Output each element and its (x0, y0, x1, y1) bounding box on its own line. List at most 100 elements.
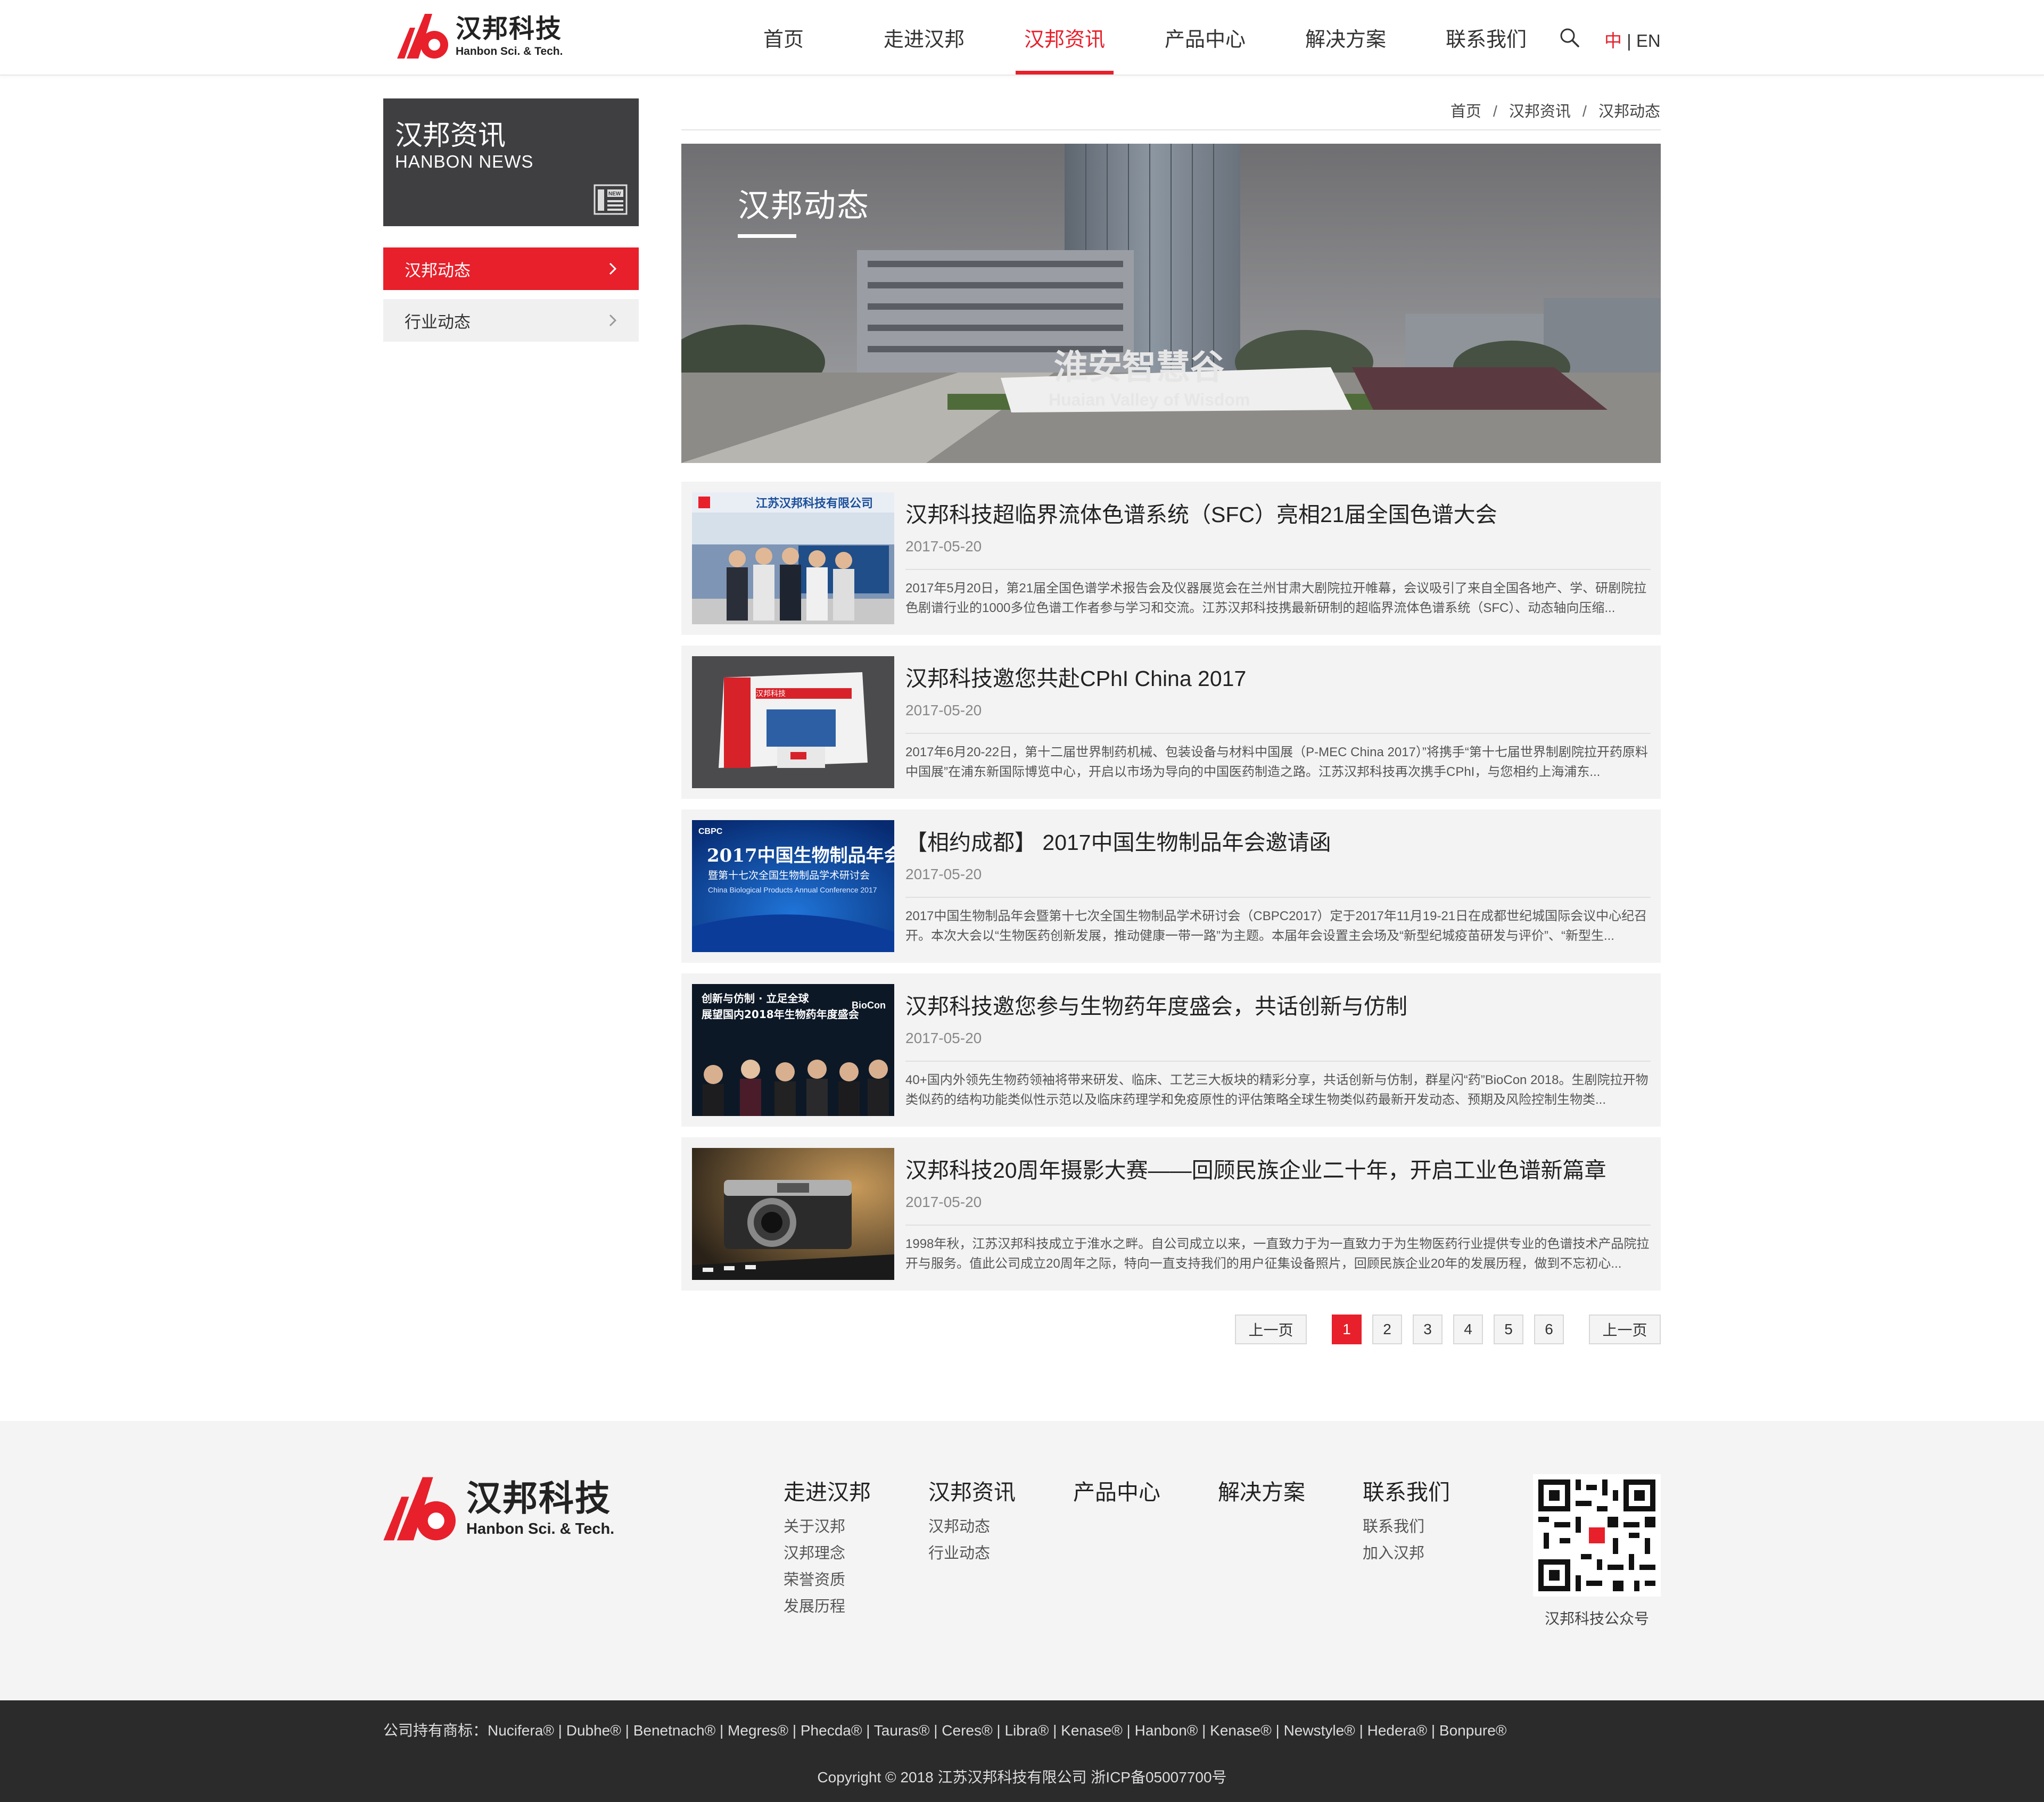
footer-col-products-title[interactable]: 产品中心 (1073, 1474, 1160, 1506)
pagination-next-button[interactable]: 上一页 (1589, 1315, 1661, 1344)
nav-solutions[interactable]: 解决方案 (1300, 0, 1391, 75)
news-summary: 2017年5月20日，第21届全国色谱学术报告会及仪器展览会在兰州甘肃大剧院拉开… (905, 581, 1647, 615)
footer-link[interactable]: 发展历程 (784, 1594, 845, 1616)
breadcrumb-current: 汉邦动态 (1598, 103, 1660, 120)
pagination-next-label: 上一页 (1602, 1322, 1647, 1338)
trademark-list: 公司持有商标：Nucifera® | Dubhe® | Benetnach® |… (383, 1722, 1507, 1739)
pagination-page[interactable]: 6 (1534, 1315, 1564, 1344)
news-divider (905, 1061, 1651, 1062)
news-divider (905, 733, 1651, 734)
logo-cn: 汉邦科技 (456, 13, 563, 44)
pagination-page-label: 1 (1342, 1321, 1351, 1337)
footer-logo-en: Hanbon Sci. & Tech. (466, 1520, 615, 1538)
sidebar-subtitle: HANBON NEWS (395, 152, 534, 171)
news-date: 2017-05-20 (905, 1030, 982, 1046)
news-date: 2017-05-20 (905, 538, 982, 555)
pagination-page-label: 6 (1545, 1321, 1553, 1337)
search-icon[interactable] (1559, 27, 1580, 48)
sidebar-item-label: 汉邦动态 (405, 261, 471, 280)
thumb-line1: 创新与仿制 · 立足全球 (701, 992, 810, 1005)
nav-news[interactable]: 汉邦资讯 (1016, 0, 1114, 75)
news-thumbnail (692, 1148, 894, 1280)
news-title[interactable]: 汉邦科技邀您参与生物药年度盛会，共话创新与仿制 (905, 988, 1407, 1020)
footer-link[interactable]: 汉邦理念 (784, 1541, 845, 1563)
news-divider (905, 897, 1651, 898)
news-date: 2017-05-20 (905, 1194, 982, 1210)
language-switch: 中 | EN (1604, 27, 1661, 52)
thumb-title: 2017中国生物制品年会 (707, 845, 894, 866)
logo-mark-icon (383, 1477, 456, 1541)
nav-solutions-label: 解决方案 (1305, 28, 1386, 51)
breadcrumb: 首页 / 汉邦资讯 / 汉邦动态 (1450, 99, 1660, 121)
footer-logo[interactable]: 汉邦科技 Hanbon Sci. & Tech. (383, 1474, 614, 1543)
news-item[interactable]: 汉邦科技20周年摄影大赛——回顾民族企业二十年，开启工业色谱新篇章 2017-0… (681, 1137, 1661, 1291)
qr-code (1533, 1474, 1661, 1597)
news-item[interactable]: 江苏汉邦科技有限公司 汉邦科技超临界流体色谱系统（SFC）亮相21届全国色谱大会… (681, 482, 1661, 635)
nav-products-label: 产品中心 (1164, 28, 1246, 51)
news-item[interactable]: 创新与仿制 · 立足全球 展望国内2018年生物药年度盛会 BioCon 汉邦科… (681, 973, 1661, 1127)
nav-products[interactable]: 产品中心 (1159, 0, 1251, 75)
sidebar-item-industry-news[interactable]: 行业动态 (383, 299, 639, 342)
pagination-page[interactable]: 2 (1372, 1315, 1402, 1344)
news-title[interactable]: 汉邦科技邀您共赴CPhI China 2017 (905, 660, 1246, 692)
pagination-page-label: 5 (1504, 1321, 1513, 1337)
chevron-right-icon (608, 262, 617, 280)
pagination-page[interactable]: 4 (1453, 1315, 1483, 1344)
news-title[interactable]: 汉邦科技超临界流体色谱系统（SFC）亮相21届全国色谱大会 (905, 497, 1497, 528)
lang-en[interactable]: EN (1636, 31, 1661, 51)
footer-col-solutions-title[interactable]: 解决方案 (1218, 1474, 1305, 1506)
thumb-banner-text: 江苏汉邦科技有限公司 (756, 497, 873, 510)
logo-mark-icon (397, 14, 448, 59)
pagination-page[interactable]: 3 (1413, 1315, 1443, 1344)
banner-sign-en: Huaian Valley of Wisdom (1049, 390, 1250, 409)
header-logo[interactable]: 汉邦科技 Hanbon Sci. & Tech. (397, 12, 563, 61)
news-thumbnail: 创新与仿制 · 立足全球 展望国内2018年生物药年度盛会 BioCon (692, 984, 894, 1116)
nav-about-label: 走进汉邦 (883, 28, 965, 51)
footer-link[interactable]: 加入汉邦 (1363, 1541, 1424, 1563)
pagination-page-label: 4 (1464, 1321, 1472, 1337)
pagination-page[interactable]: 5 (1494, 1315, 1523, 1344)
news-title[interactable]: 汉邦科技20周年摄影大赛——回顾民族企业二十年，开启工业色谱新篇章 (905, 1152, 1606, 1184)
breadcrumb-separator: / (1493, 103, 1497, 120)
news-divider (905, 1225, 1651, 1226)
news-date: 2017-05-20 (905, 702, 982, 718)
lang-separator: | (1627, 31, 1631, 51)
news-item[interactable]: 汉邦科技 汉邦科技邀您共赴CPhI China 2017 2017-05-20 … (681, 646, 1661, 799)
news-thumbnail: 汉邦科技 (692, 656, 894, 788)
thumb-biocon: BioCon (852, 1000, 886, 1011)
news-thumbnail: 江苏汉邦科技有限公司 (692, 492, 894, 624)
site-header: 汉邦科技 Hanbon Sci. & Tech. 首页 走进汉邦 汉邦资讯 产品… (0, 0, 2044, 76)
pagination-prev-button[interactable]: 上一页 (1235, 1315, 1307, 1344)
banner-title: 汉邦动态 (738, 188, 870, 224)
footer-col-news-title[interactable]: 汉邦资讯 (928, 1474, 1016, 1506)
nav-contact[interactable]: 联系我们 (1440, 0, 1532, 75)
pagination-page-label: 2 (1383, 1321, 1391, 1337)
breadcrumb-home[interactable]: 首页 (1450, 103, 1481, 120)
thumb-en: China Biological Products Annual Confere… (708, 886, 877, 894)
nav-about[interactable]: 走进汉邦 (878, 0, 970, 75)
banner-sign-cn: 淮安智慧谷 (1054, 348, 1224, 387)
nav-news-label: 汉邦资讯 (1024, 28, 1105, 51)
sidebar-header: 汉邦资讯 HANBON NEWS NEW (383, 98, 639, 226)
footer-link[interactable]: 关于汉邦 (784, 1514, 845, 1536)
thumb-cbpc: CBPC (698, 827, 723, 836)
footer-link[interactable]: 荣誉资质 (784, 1567, 845, 1590)
breadcrumb-news[interactable]: 汉邦资讯 (1509, 103, 1571, 120)
nav-home[interactable]: 首页 (753, 0, 814, 75)
thumb-subtitle: 暨第十七次全国生物制品学术研讨会 (708, 870, 870, 881)
pagination-prev-label: 上一页 (1248, 1322, 1293, 1338)
news-summary: 40+国内外领先生物药领袖将带来研发、临床、工艺三大板块的精彩分享，共话创新与仿… (905, 1073, 1649, 1107)
footer-col-about-title[interactable]: 走进汉邦 (784, 1474, 871, 1506)
footer-link[interactable]: 行业动态 (928, 1541, 990, 1563)
news-item[interactable]: CBPC 2017中国生物制品年会 暨第十七次全国生物制品学术研讨会 China… (681, 809, 1661, 963)
thumb-brand-text: 汉邦科技 (756, 690, 786, 698)
chevron-right-icon (608, 313, 617, 332)
pagination-page[interactable]: 1 (1332, 1315, 1362, 1344)
sidebar-item-hanbon-news[interactable]: 汉邦动态 (383, 247, 639, 290)
banner-title-underline (738, 234, 796, 238)
news-title[interactable]: 【相约成都】 2017中国生物制品年会邀请函 (905, 824, 1331, 856)
footer-col-contact-title[interactable]: 联系我们 (1363, 1474, 1450, 1506)
footer-link[interactable]: 联系我们 (1363, 1514, 1424, 1536)
footer-link[interactable]: 汉邦动态 (928, 1514, 990, 1536)
lang-zh[interactable]: 中 (1604, 31, 1622, 51)
